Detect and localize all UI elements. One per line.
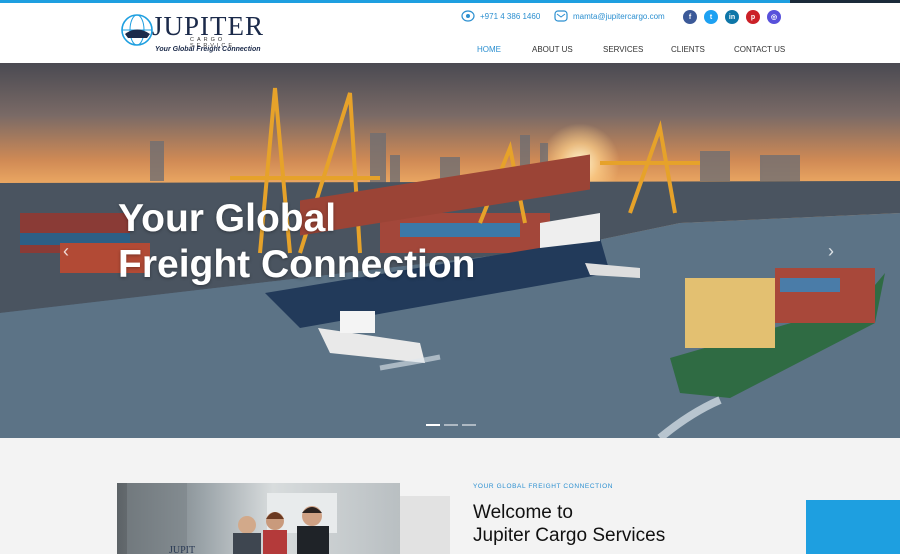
twitter-icon[interactable]: t: [704, 10, 718, 24]
social-links: f t in p ◎: [683, 10, 781, 24]
instagram-icon[interactable]: ◎: [767, 10, 781, 24]
globe-logo-icon: [121, 14, 153, 46]
phone-number: +971 4 386 1460: [480, 11, 541, 21]
accent-block: [806, 500, 900, 554]
hero-slider: Your Global Freight Connection ‹ ›: [0, 63, 900, 438]
slider-prev-icon[interactable]: ‹: [63, 241, 69, 262]
slider-next-icon[interactable]: ›: [828, 241, 834, 262]
hero-headline-line1: Your Global: [118, 197, 337, 240]
photo-wall-logo: JUPIT: [169, 545, 196, 554]
nav-contact-us[interactable]: CONTACT US: [734, 45, 785, 54]
nav-clients[interactable]: CLIENTS: [671, 45, 705, 54]
about-title: Welcome to Jupiter Cargo Services: [473, 501, 665, 547]
about-title-line1: Welcome to: [473, 502, 573, 523]
hero-headline: Your Global Freight Connection: [118, 196, 475, 288]
team-photo: JUPIT: [117, 483, 400, 554]
email-link[interactable]: mamta@jupitercargo.com: [554, 10, 665, 22]
photo-backdrop: [398, 496, 450, 554]
nav-about-us[interactable]: ABOUT US: [532, 45, 573, 54]
about-section: JUPIT YOUR GLOBAL FREIGHT CONNECTION Wel…: [0, 438, 900, 554]
slider-dot-1[interactable]: [426, 424, 440, 426]
phone-icon: [461, 10, 475, 22]
about-eyebrow: YOUR GLOBAL FREIGHT CONNECTION: [473, 483, 614, 490]
team-photo-illustration: [127, 483, 337, 554]
slider-pagination: [426, 424, 476, 426]
pinterest-icon[interactable]: p: [746, 10, 760, 24]
slider-dot-3[interactable]: [462, 424, 476, 426]
envelope-icon: [554, 10, 568, 22]
main-nav: HOME ABOUT US SERVICES CLIENTS CONTACT U…: [0, 45, 900, 59]
site-header: JUPITER CARGO SERVICE Your Global Freigh…: [0, 3, 900, 63]
phone-link[interactable]: +971 4 386 1460: [461, 10, 540, 22]
nav-home[interactable]: HOME: [477, 45, 501, 54]
about-title-line2: Jupiter Cargo Services: [473, 525, 666, 546]
facebook-icon[interactable]: f: [683, 10, 697, 24]
slider-dot-2[interactable]: [444, 424, 458, 426]
nav-services[interactable]: SERVICES: [603, 45, 643, 54]
linkedin-icon[interactable]: in: [725, 10, 739, 24]
email-address: mamta@jupitercargo.com: [573, 11, 665, 21]
hero-headline-line2: Freight Connection: [118, 243, 476, 286]
